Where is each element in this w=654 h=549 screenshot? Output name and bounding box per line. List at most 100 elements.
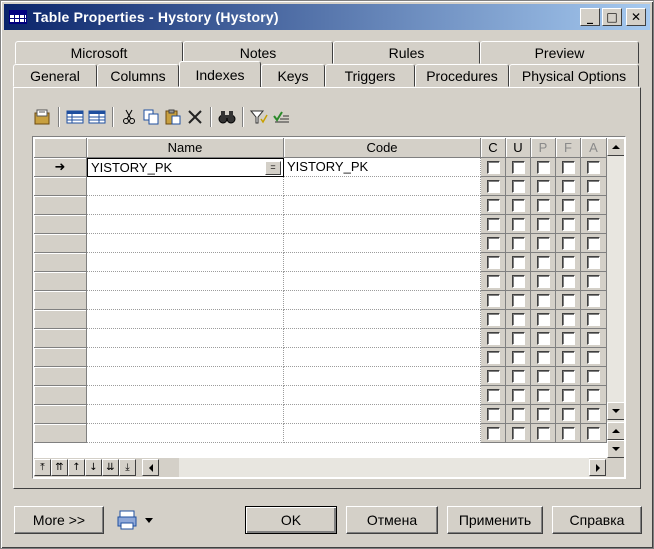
scroll-down-button[interactable]: [607, 402, 624, 420]
cell-code[interactable]: [284, 424, 481, 443]
cell-name[interactable]: [87, 367, 284, 386]
flag-checkbox-c[interactable]: [486, 274, 500, 288]
move-up-icon[interactable]: ↑: [68, 459, 85, 476]
print-button[interactable]: [111, 506, 161, 534]
cell-code[interactable]: [284, 234, 481, 253]
cell-code[interactable]: [284, 253, 481, 272]
flag-checkbox-p[interactable]: [536, 426, 550, 440]
flag-checkbox-a[interactable]: [587, 198, 600, 212]
flag-checkbox-a[interactable]: [587, 255, 600, 269]
flag-checkbox-c[interactable]: [486, 369, 500, 383]
flag-checkbox-u[interactable]: [511, 236, 525, 250]
column-header-name[interactable]: Name: [87, 138, 284, 158]
ellipsis-button[interactable]: =: [265, 161, 281, 175]
tab-keys[interactable]: Keys: [261, 64, 325, 87]
properties-icon[interactable]: [32, 106, 54, 128]
row-header[interactable]: ➜: [34, 158, 87, 177]
tab-indexes[interactable]: Indexes: [179, 61, 261, 87]
cell-code[interactable]: [284, 215, 481, 234]
scroll-page-down-button[interactable]: [607, 440, 624, 458]
flag-checkbox-u[interactable]: [511, 331, 525, 345]
flag-checkbox-c[interactable]: [486, 293, 500, 307]
row-header[interactable]: [34, 405, 87, 424]
minimize-button[interactable]: _: [580, 8, 600, 26]
close-button[interactable]: ✕: [626, 8, 646, 26]
flag-checkbox-u[interactable]: [511, 217, 525, 231]
flag-checkbox-f[interactable]: [561, 369, 575, 383]
flag-checkbox-f[interactable]: [561, 274, 575, 288]
more-button[interactable]: More >>: [14, 506, 104, 534]
flag-checkbox-p[interactable]: [536, 312, 550, 326]
flag-checkbox-f[interactable]: [561, 407, 575, 421]
cell-code[interactable]: [284, 310, 481, 329]
flag-checkbox-f[interactable]: [561, 236, 575, 250]
cell-code[interactable]: [284, 348, 481, 367]
flag-checkbox-u[interactable]: [511, 388, 525, 402]
flag-checkbox-f[interactable]: [561, 331, 575, 345]
flag-checkbox-a[interactable]: [587, 388, 600, 402]
move-bottom-icon[interactable]: ⤓: [119, 459, 136, 476]
column-header-u[interactable]: U: [506, 138, 531, 158]
flag-checkbox-u[interactable]: [511, 274, 525, 288]
flag-checkbox-f[interactable]: [561, 255, 575, 269]
cell-name[interactable]: [87, 329, 284, 348]
flag-checkbox-c[interactable]: [486, 236, 500, 250]
move-down-icon[interactable]: ↓: [85, 459, 102, 476]
title-bar[interactable]: Table Properties - Hystory (Hystory) _ □…: [4, 4, 650, 30]
cell-code[interactable]: [284, 291, 481, 310]
flag-checkbox-u[interactable]: [511, 350, 525, 364]
flag-checkbox-a[interactable]: [587, 217, 600, 231]
flag-checkbox-p[interactable]: [536, 369, 550, 383]
cut-icon[interactable]: [118, 106, 140, 128]
flag-checkbox-a[interactable]: [587, 312, 600, 326]
cell-name[interactable]: [87, 291, 284, 310]
flag-checkbox-u[interactable]: [511, 179, 525, 193]
tab-physical-options[interactable]: Physical Options: [509, 64, 639, 87]
row-header[interactable]: [34, 272, 87, 291]
cell-code[interactable]: [284, 329, 481, 348]
filter-icon[interactable]: [248, 106, 270, 128]
row-header[interactable]: [34, 291, 87, 310]
flag-checkbox-a[interactable]: [587, 179, 600, 193]
flag-checkbox-p[interactable]: [536, 217, 550, 231]
flag-checkbox-u[interactable]: [511, 198, 525, 212]
cell-code[interactable]: [284, 196, 481, 215]
flag-checkbox-a[interactable]: [587, 407, 600, 421]
cell-code[interactable]: [284, 272, 481, 291]
cell-name[interactable]: [87, 386, 284, 405]
flag-checkbox-p[interactable]: [536, 198, 550, 212]
cell-code[interactable]: [284, 405, 481, 424]
tab-procedures[interactable]: Procedures: [415, 64, 509, 87]
flag-checkbox-f[interactable]: [561, 388, 575, 402]
row-header[interactable]: [34, 386, 87, 405]
move-top-icon[interactable]: ⤒: [34, 459, 51, 476]
row-header[interactable]: [34, 424, 87, 443]
vertical-scrollbar[interactable]: [607, 138, 624, 458]
flag-checkbox-c[interactable]: [486, 160, 500, 174]
cell-code[interactable]: YISTORY_PK: [284, 158, 481, 177]
flag-checkbox-u[interactable]: [511, 160, 525, 174]
tab-preview[interactable]: Preview: [480, 41, 639, 64]
move-page-up-icon[interactable]: ⇈: [51, 459, 68, 476]
tab-triggers[interactable]: Triggers: [325, 64, 415, 87]
flag-checkbox-c[interactable]: [486, 255, 500, 269]
flag-checkbox-a[interactable]: [587, 160, 600, 174]
flag-checkbox-u[interactable]: [511, 369, 525, 383]
cell-name[interactable]: [87, 405, 284, 424]
column-header-c[interactable]: C: [481, 138, 506, 158]
flag-checkbox-f[interactable]: [561, 312, 575, 326]
cell-name[interactable]: [87, 215, 284, 234]
indexes-grid[interactable]: Name Code C U P F A ⤒ ⇈ ↑ ↓ ⇊ ⤓ ➜ YISTOR…: [32, 136, 626, 479]
flag-checkbox-a[interactable]: [587, 426, 600, 440]
row-header[interactable]: [34, 234, 87, 253]
row-header[interactable]: [34, 329, 87, 348]
column-header-code[interactable]: Code: [284, 138, 481, 158]
row-header[interactable]: [34, 177, 87, 196]
flag-checkbox-p[interactable]: [536, 293, 550, 307]
flag-checkbox-f[interactable]: [561, 198, 575, 212]
flag-checkbox-p[interactable]: [536, 407, 550, 421]
insert-row-icon[interactable]: [86, 106, 108, 128]
flag-checkbox-p[interactable]: [536, 274, 550, 288]
flag-checkbox-c[interactable]: [486, 407, 500, 421]
cell-name[interactable]: YISTORY_PK =: [87, 158, 284, 177]
